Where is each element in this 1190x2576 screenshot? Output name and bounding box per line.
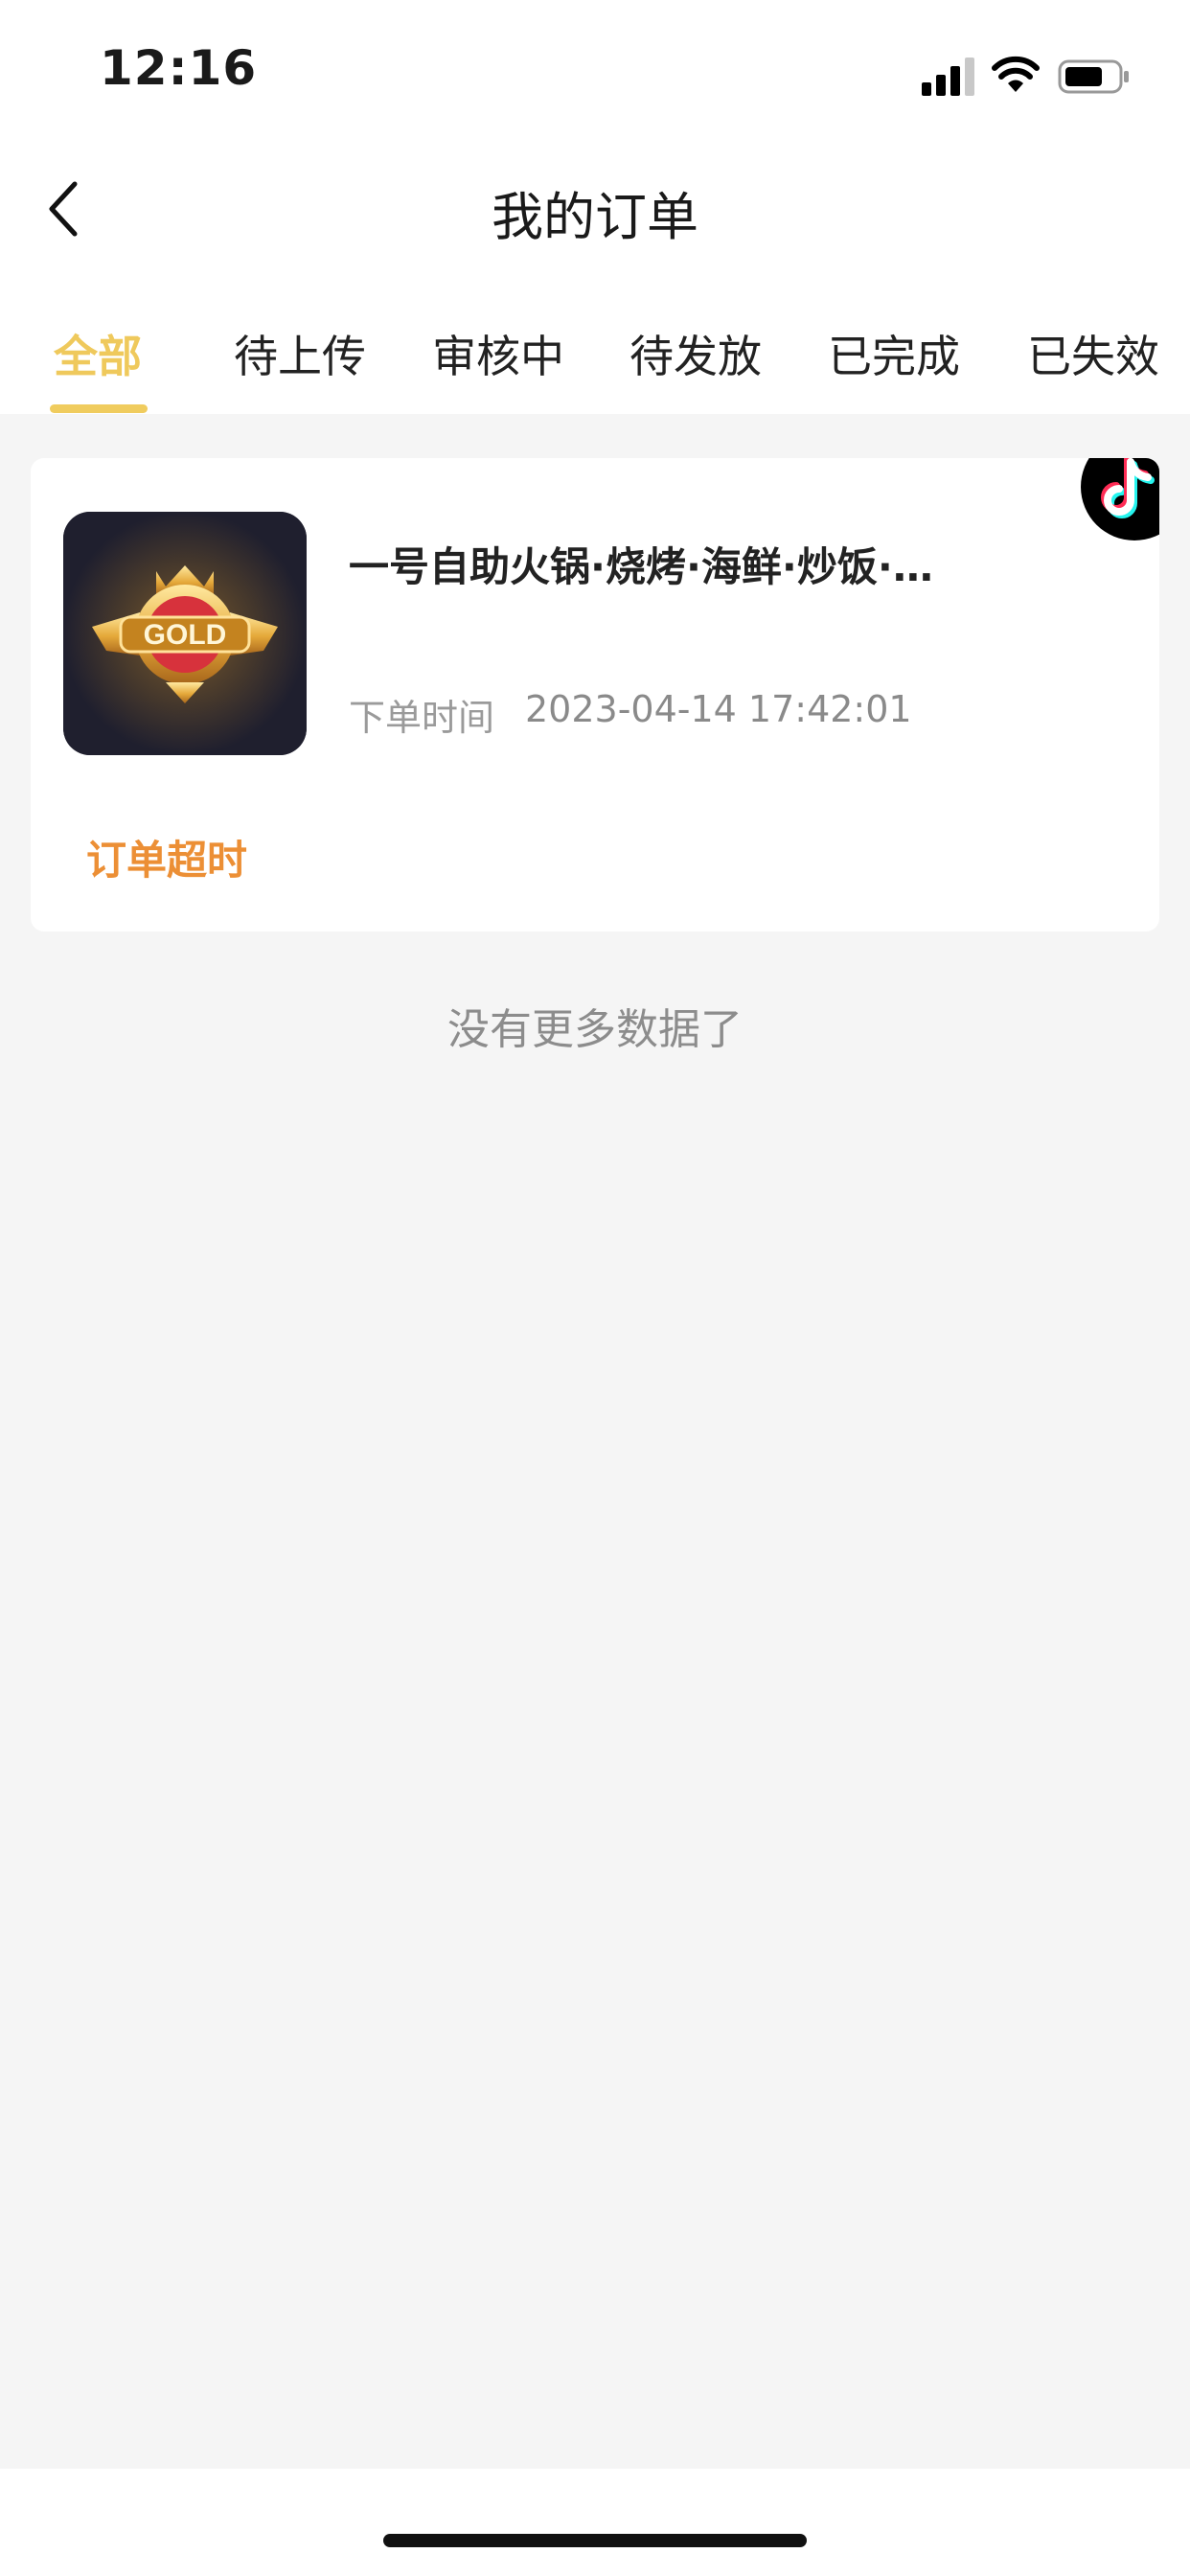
battery-icon [1058, 59, 1129, 94]
tab-expired[interactable]: 已失效 [1027, 322, 1159, 385]
cellular-signal-icon [922, 58, 974, 96]
gold-badge-text: GOLD [144, 619, 227, 651]
gold-badge-thumbnail: GOLD [63, 512, 307, 755]
page-title: 我的订单 [492, 187, 698, 247]
order-title: 一号自助火锅·烧烤·海鲜·炒饭·… [349, 543, 933, 590]
tab-all[interactable]: 全部 [54, 322, 142, 385]
tab-completed[interactable]: 已完成 [828, 322, 960, 385]
order-status: 订单超时 [86, 837, 248, 884]
order-card[interactable]: GOLD 一号自助火锅·烧烤·海鲜·炒饭·… 下单时间 2023-04-14 1… [31, 458, 1159, 932]
tab-under-review[interactable]: 审核中 [432, 322, 564, 385]
order-time-value: 2023-04-14 17:42:01 [525, 688, 912, 730]
active-tab-indicator [50, 404, 148, 413]
tab-pending-upload[interactable]: 待上传 [234, 322, 366, 385]
wifi-icon [992, 56, 1040, 92]
order-tabs: 全部 待上传 审核中 待发放 已完成 已失效 [0, 314, 1190, 414]
tab-pending-issue[interactable]: 待发放 [629, 322, 762, 385]
tiktok-icon [1081, 458, 1159, 540]
no-more-data-text: 没有更多数据了 [447, 1005, 743, 1054]
home-indicator[interactable] [383, 2534, 807, 2547]
status-time: 12:16 [100, 40, 258, 96]
order-time-label: 下单时间 [349, 697, 495, 739]
bottom-safe-area [0, 2469, 1190, 2576]
